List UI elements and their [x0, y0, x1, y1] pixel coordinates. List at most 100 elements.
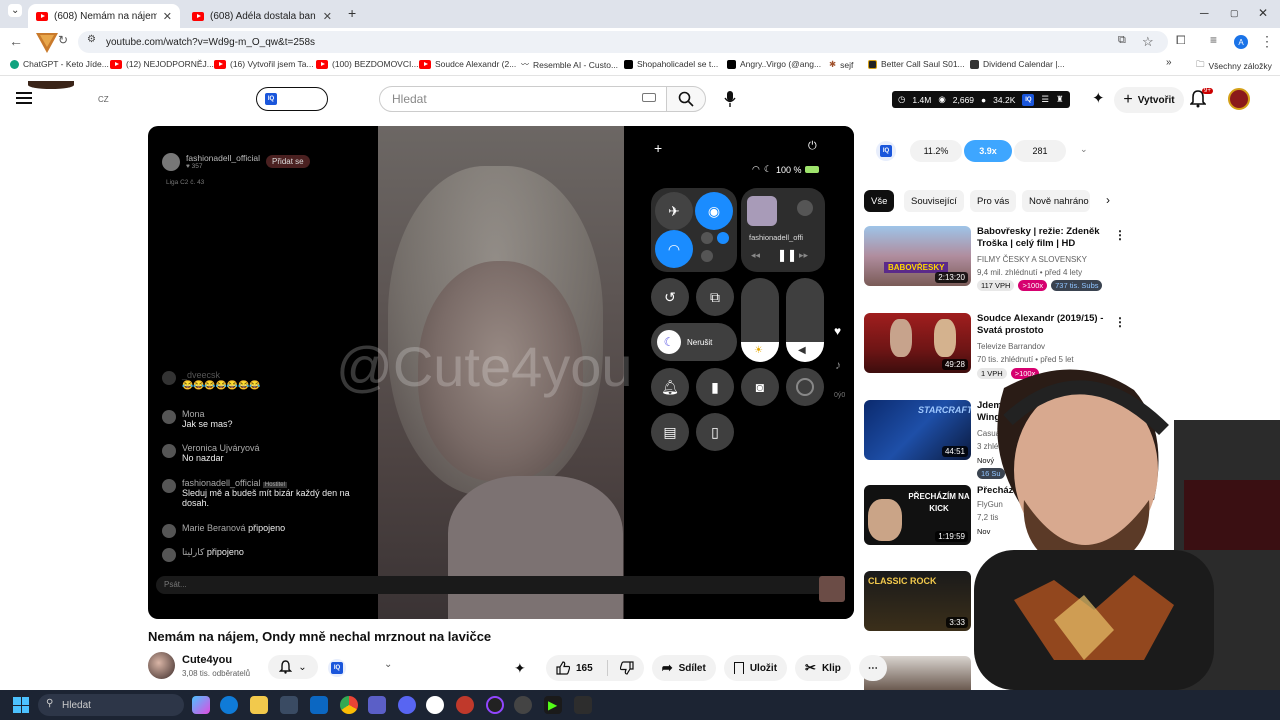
voice-search-button[interactable] [716, 86, 744, 112]
gift-thumbnail[interactable] [819, 576, 845, 602]
rotation-lock-toggle[interactable]: ↺ [651, 278, 689, 316]
site-info-icon[interactable]: ⚙ [87, 34, 96, 45]
video-player[interactable]: @Cute4you fashionadell_official ♥ 357 Př… [148, 126, 854, 619]
flashlight-toggle[interactable]: ▮ [696, 368, 734, 406]
windows-start-icon[interactable] [13, 697, 29, 713]
cc-add-icon[interactable]: + [654, 140, 662, 156]
address-bar[interactable]: ⚙ youtube.com/watch?v=Wd9g-m_O_qw&t=258s… [78, 31, 1168, 53]
more-options-icon[interactable]: ⋮ [1114, 315, 1126, 329]
score-chip[interactable]: 11.2% [910, 140, 962, 162]
chip-newly-uploaded[interactable]: Nově nahráno [1022, 190, 1090, 212]
screen-mirroring-toggle[interactable]: ⧉ [696, 278, 734, 316]
chip-related[interactable]: Související [904, 190, 964, 212]
app-icon[interactable] [456, 696, 474, 714]
back-icon[interactable]: ← [9, 33, 23, 49]
extension-pill[interactable]: IQ [256, 87, 328, 111]
extension-fox-icon[interactable] [34, 29, 60, 55]
close-window-icon[interactable]: ✕ [1258, 6, 1268, 20]
airplane-mode-toggle[interactable]: ✈ [655, 192, 693, 230]
subscription-bell-button[interactable]: ⌄ [268, 655, 318, 679]
airplay-icon[interactable] [797, 200, 813, 216]
close-tab-icon[interactable]: ✕ [163, 10, 172, 23]
edge-icon[interactable] [220, 696, 238, 714]
chevron-down-icon[interactable]: ⌄ [384, 659, 392, 670]
bookmark-star-icon[interactable]: ☆ [1142, 34, 1154, 50]
menu-icon[interactable] [16, 92, 32, 104]
vidiq-logo[interactable]: IQ [876, 141, 896, 161]
chip-all[interactable]: Vše [864, 190, 895, 212]
bookmark-item[interactable]: (16) Vytvořil jsem Ta... [214, 59, 314, 69]
pause-icon[interactable]: ❚❚ [777, 248, 797, 262]
wikipedia-icon[interactable] [426, 696, 444, 714]
browser-menu-icon[interactable]: ⋮ [1260, 33, 1274, 50]
bookmark-item[interactable]: ✱ sejf [829, 59, 853, 70]
youtube-logo[interactable] [28, 81, 74, 89]
bookmark-item[interactable]: 〰 Resemble AI - Custo... [521, 59, 618, 70]
share-button[interactable]: ➦ Sdílet [651, 655, 716, 681]
bookmark-item[interactable]: Soudce Alexandr (2... [419, 59, 516, 69]
outlook-icon[interactable] [310, 696, 328, 714]
teams-icon[interactable] [368, 696, 386, 714]
screen-record-button[interactable] [786, 368, 824, 406]
save-button[interactable]: Uložit [723, 655, 788, 681]
extensions-icon[interactable]: ⧠ [1176, 33, 1186, 48]
keyboard-icon[interactable] [642, 93, 656, 102]
recommendation-channel[interactable]: FILMY ČESKY A SLOVENSKY [977, 255, 1087, 264]
score-chip[interactable]: 281 [1014, 140, 1066, 162]
copilot-icon[interactable] [192, 696, 210, 714]
wifi-toggle[interactable]: ◠ [655, 230, 693, 268]
like-heart-icon[interactable]: ♥ [834, 324, 841, 338]
recommendation-title[interactable]: Babovřesky | režie: Zdeněk Troška | celý… [977, 226, 1107, 250]
remote-toggle[interactable]: ▯ [696, 413, 734, 451]
power-icon[interactable]: ⏻ [808, 140, 817, 153]
reading-list-icon[interactable]: ≡ [1210, 33, 1217, 47]
airdrop-toggle[interactable]: ◉ [695, 192, 733, 230]
hotspot-icon[interactable] [701, 250, 713, 262]
channel-avatar[interactable] [148, 652, 175, 679]
account-avatar[interactable] [1228, 88, 1250, 110]
reload-icon[interactable]: ↻ [58, 33, 68, 47]
now-playing-panel[interactable]: fashionadell_offi ◂◂ ❚❚ ▸▸ [741, 188, 825, 272]
focus-mode-toggle[interactable]: ☾ Nerušit [651, 323, 737, 361]
chrome-icon[interactable] [340, 696, 358, 714]
close-tab-icon[interactable]: ✕ [323, 10, 332, 23]
extension-stats-bar[interactable]: ◷ 1.4M ◉ 2,669 ● 34.2K IQ ☰ ♜ [892, 91, 1070, 108]
profile-avatar-icon[interactable]: A [1234, 35, 1248, 49]
chevron-down-icon[interactable]: ⌄ [1080, 144, 1088, 155]
discord-icon[interactable] [398, 696, 416, 714]
recommendation-item[interactable]: BABOVŘESKY 2:13:20 Babovřesky | režie: Z… [864, 226, 1126, 306]
minimize-icon[interactable]: ─ [1200, 6, 1209, 20]
bookmark-item[interactable]: Dividend Calendar |... [970, 59, 1065, 69]
chat-input[interactable]: Psát... [156, 576, 836, 594]
tab-nemam-na-najem[interactable]: (608) Nemám na nájem, Ondy ✕ [28, 4, 180, 28]
tab-adela-ban[interactable]: (608) Adéla dostala ban 😂 🍬 ✕ [184, 4, 340, 28]
file-explorer-icon[interactable] [250, 696, 268, 714]
music-note-icon[interactable]: ♪ [835, 358, 841, 372]
install-app-icon[interactable]: ⧉ [1118, 34, 1126, 47]
next-track-icon[interactable]: ▸▸ [799, 250, 808, 261]
chip-for-you[interactable]: Pro vás [970, 190, 1017, 212]
clip-button[interactable]: ✂ Klip [795, 655, 851, 681]
brightness-slider[interactable]: ☀ [741, 278, 779, 362]
bell-toggle[interactable]: 🔔︎ [651, 368, 689, 406]
bluetooth-icon[interactable] [717, 232, 729, 244]
channel-name[interactable]: Cute4you [182, 654, 232, 666]
follow-button[interactable]: Přidat se [266, 155, 310, 168]
recommendation-channel[interactable]: Televize Barrandov [977, 342, 1045, 351]
more-actions-button[interactable]: ⋯ [858, 655, 887, 681]
like-button[interactable]: 165 [546, 655, 644, 681]
recommendation-thumbnail[interactable]: BABOVŘESKY 2:13:20 [864, 226, 971, 286]
bookmark-item[interactable]: ChatGPT - Keto Jíde... [10, 59, 109, 69]
ext-puzzle-icon[interactable]: ✦ [514, 655, 538, 681]
search-input[interactable]: Hledat [379, 86, 667, 112]
cellular-icon[interactable] [701, 232, 713, 244]
taskbar-search-input[interactable]: ⚲ Hledat [38, 694, 184, 716]
new-tab-button[interactable]: + [348, 5, 356, 21]
ext-puzzle-icon[interactable]: ✦ [1092, 89, 1105, 107]
bookmark-item[interactable]: Better Call Saul S01... [868, 59, 965, 69]
thumbs-down-icon[interactable] [619, 661, 634, 675]
volume-slider[interactable]: ◀ [786, 278, 824, 362]
all-bookmarks-button[interactable]: 🗀 Všechny záložky [1196, 59, 1272, 73]
chevron-right-icon[interactable]: › [1106, 193, 1110, 207]
recommendation-title[interactable]: Soudce Alexandr (2019/15) - Svatá prosto… [977, 313, 1107, 337]
